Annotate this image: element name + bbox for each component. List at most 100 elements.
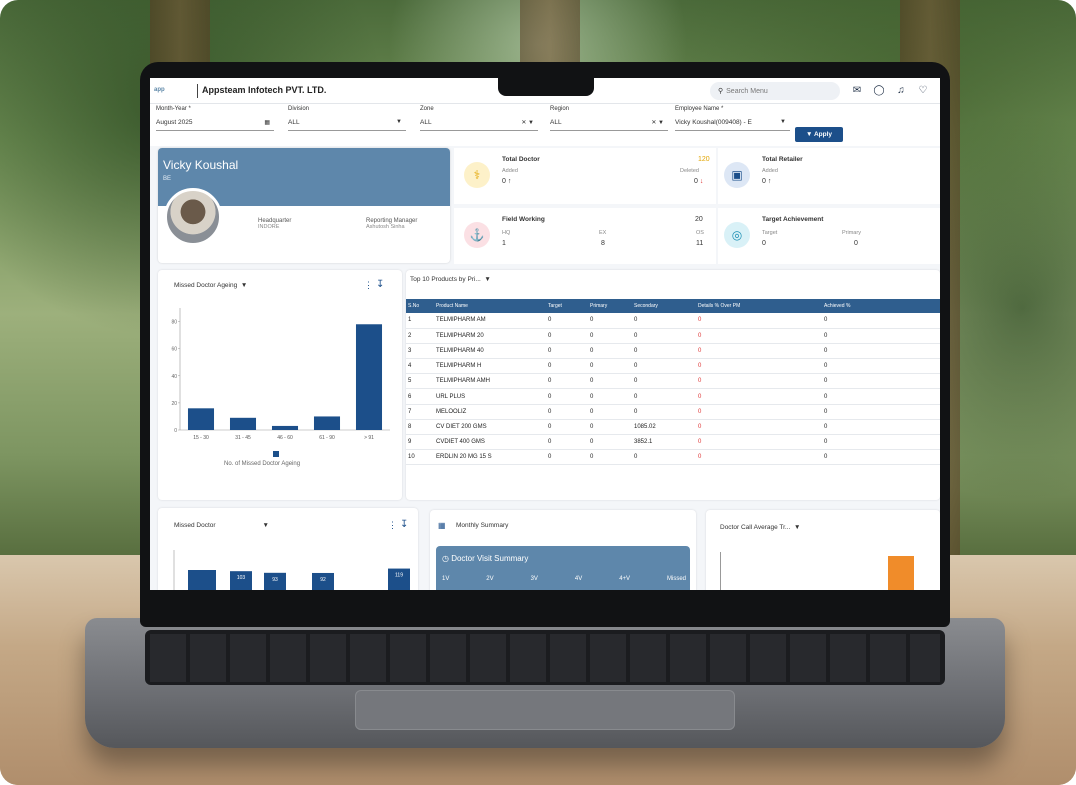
- table-cell: 0: [632, 404, 696, 420]
- panel-title[interactable]: Missed Doctor ▼: [174, 522, 269, 529]
- table-cell: TELMIPHARM 20: [434, 328, 546, 344]
- zone-label: Zone: [420, 106, 434, 112]
- table-cell: MELOOLIZ: [434, 404, 546, 420]
- table-row[interactable]: 1 TELMIPHARM AM 0 0 0 0 0: [406, 313, 940, 329]
- month-year-field[interactable]: August 2025 ▦: [156, 116, 274, 131]
- total-retailer-card[interactable]: ▣ Total Retailer Added 0 ↑: [718, 148, 940, 204]
- column-header[interactable]: S.No: [406, 299, 434, 313]
- table-cell: 0: [822, 419, 940, 436]
- table-row[interactable]: 6 URL PLUS 0 0 0 0 0: [406, 388, 940, 405]
- kpi-value: 0 ↓: [694, 178, 704, 185]
- data-label: 93: [272, 577, 278, 583]
- employee-select[interactable]: Vicky Koushal(009408) - E ▼: [675, 116, 790, 131]
- table-cell: 0: [588, 449, 632, 466]
- table-cell: 5: [406, 373, 434, 390]
- field-working-card[interactable]: ⚓ Field Working HQ 1 EX 8 20 OS 11: [454, 208, 716, 264]
- table-cell: 0: [822, 388, 940, 405]
- kpi-total: 120: [698, 156, 710, 163]
- chat-icon[interactable]: ◯: [872, 84, 886, 98]
- table-row[interactable]: 3 TELMIPHARM 40 0 0 0 0 0: [406, 343, 940, 360]
- panel-title[interactable]: Missed Doctor Ageing ▼: [174, 282, 247, 289]
- bar: [187, 408, 215, 430]
- summary-columns: 1V 2V 3V 4V 4+V Missed: [442, 576, 686, 582]
- table-cell: 0: [632, 373, 696, 390]
- col-1v: 1V: [442, 576, 450, 582]
- table-cell: 0: [546, 373, 588, 390]
- apply-button[interactable]: ▼ Apply: [795, 127, 843, 142]
- total-doctor-card[interactable]: ⚕ Total Doctor Added 0 ↑ 120 Deleted 0 ↓: [454, 148, 716, 204]
- products-title[interactable]: Top 10 Products by Pri... ▼: [410, 276, 491, 283]
- kpi-value: 0 ↑: [502, 178, 512, 185]
- heart-icon[interactable]: ♡: [916, 84, 930, 98]
- col-2v: 2V: [486, 576, 494, 582]
- doctor-icon: ⚕: [464, 162, 490, 188]
- notification-icon[interactable]: ♫: [894, 84, 908, 98]
- column-header[interactable]: Secondary: [632, 299, 696, 313]
- table-cell: 0: [588, 328, 632, 344]
- table-cell: 0: [696, 404, 822, 420]
- kpi-label: OS: [696, 230, 704, 236]
- column-header[interactable]: Primary: [588, 299, 632, 313]
- profile-card: Vicky Koushal BE Headquarter INDORE Repor…: [158, 148, 450, 263]
- division-select[interactable]: ALL ▼: [288, 116, 406, 131]
- kpi-value: 0: [762, 240, 766, 247]
- bar: [355, 324, 383, 430]
- table-cell: 0: [546, 358, 588, 375]
- table-cell: 10: [406, 449, 434, 466]
- kpi-label: Target: [762, 230, 778, 236]
- region-label: Region: [550, 106, 570, 112]
- table-row[interactable]: 5 TELMIPHARM AMH 0 0 0 0 0: [406, 373, 940, 390]
- missed-doctor-panel: Missed Doctor ▼ ⋮ ↧ 103 93 92 119: [158, 508, 418, 590]
- table-cell: 0: [632, 388, 696, 405]
- target-achievement-card[interactable]: ◎ Target Achievement Target 0 Primary 0: [718, 208, 940, 264]
- table-row[interactable]: 2 TELMIPHARM 20 0 0 0 0 0: [406, 328, 940, 344]
- download-icon[interactable]: ↧: [376, 279, 384, 290]
- trackpad: [355, 690, 735, 730]
- anchor-icon: ⚓: [464, 222, 490, 248]
- y-tick-label: 40: [171, 374, 177, 380]
- calendar-icon: ▦: [264, 120, 270, 126]
- chevron-down-icon: ✕ ▼: [521, 120, 534, 126]
- column-header[interactable]: Details % Over PM: [696, 299, 822, 313]
- table-cell: 0: [822, 313, 940, 329]
- table-row[interactable]: 10 ERDLIN 20 MG 15 S00000: [406, 449, 940, 466]
- kpi-label: Added: [762, 168, 778, 174]
- download-icon[interactable]: ↧: [400, 519, 408, 530]
- table-cell: 0: [546, 419, 588, 436]
- kpi-value: 8: [601, 240, 605, 247]
- kpi-value: 0: [854, 240, 858, 247]
- column-header[interactable]: Product Name: [434, 299, 546, 313]
- table-row[interactable]: 9 CVDIET 400 GMS 0 0 3852.1 0 0: [406, 434, 940, 451]
- target-icon: ◎: [724, 222, 750, 248]
- kpi-title: Target Achievement: [762, 216, 824, 223]
- table-row[interactable]: 8 CV DIET 200 GMS 0 0 1085.02 0 0: [406, 419, 940, 436]
- panel-title[interactable]: Doctor Call Average Tr... ▼: [720, 524, 800, 531]
- table-row[interactable]: 4 TELMIPHARM H00000: [406, 358, 940, 375]
- table-cell: 0: [696, 313, 822, 329]
- table-cell: 0: [588, 313, 632, 329]
- column-header[interactable]: Achieved %: [822, 299, 940, 313]
- products-table: S.No Product Name Target Primary Secondary De…: [406, 299, 940, 466]
- column-header[interactable]: Target: [546, 299, 588, 313]
- missed-ageing-chart: 0 20 40 60 80 15 - 30 31 - 45 46 - 60 61 - 90 > 9…: [171, 308, 390, 441]
- table-cell: 0: [696, 449, 822, 466]
- more-icon[interactable]: ⋮: [364, 280, 373, 291]
- table-cell: 0: [546, 313, 588, 329]
- manager-value: Ashutosh Sinha: [366, 224, 405, 230]
- divider: [197, 84, 198, 98]
- more-icon[interactable]: ⋮: [388, 520, 397, 531]
- data-label: 119: [395, 573, 403, 579]
- table-row[interactable]: 7 MELOOLIZ 0 0 0 0 0: [406, 404, 940, 420]
- employee-value: Vicky Koushal(009408) - E: [675, 119, 752, 126]
- camera-notch: [498, 64, 594, 96]
- table-cell: 9: [406, 434, 434, 451]
- message-icon[interactable]: ✉: [850, 84, 864, 98]
- table-cell: 0: [822, 434, 940, 451]
- apply-label: Apply: [813, 131, 833, 138]
- search-input[interactable]: ⚲ Search Menu: [710, 82, 840, 100]
- table-cell: 0: [546, 388, 588, 405]
- table-cell: 0: [822, 373, 940, 390]
- zone-select[interactable]: ALL ✕ ▼: [420, 116, 538, 131]
- region-select[interactable]: ALL ✕ ▼: [550, 116, 668, 131]
- table-cell: 0: [588, 373, 632, 390]
